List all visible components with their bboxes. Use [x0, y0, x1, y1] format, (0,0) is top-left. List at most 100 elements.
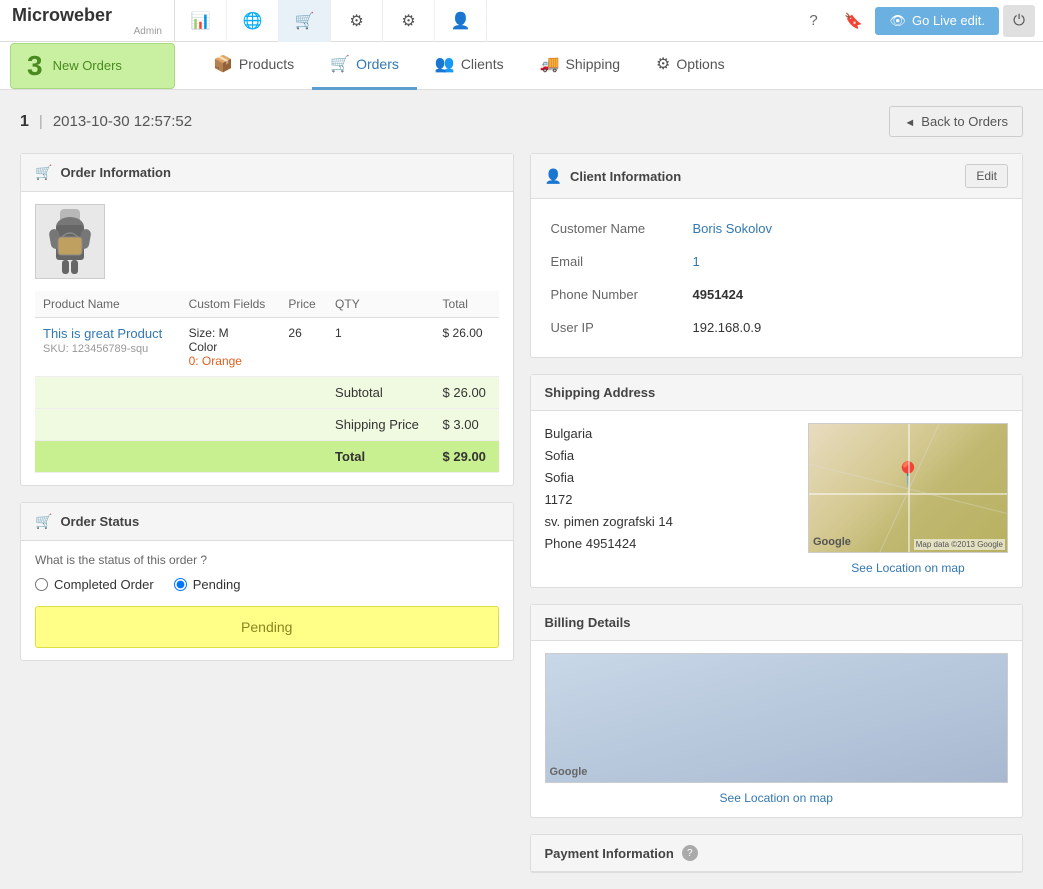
- tab-options-label: Options: [676, 56, 724, 72]
- address-street: sv. pimen zografski 14: [545, 511, 795, 533]
- order-id: 1: [20, 113, 29, 131]
- phone-value: 4951424: [693, 287, 744, 302]
- billing-map-inner: Google: [546, 654, 1008, 782]
- client-info-body: Customer Name Boris Sokolov Email 1 Phon…: [531, 199, 1023, 357]
- order-info-header: Order Information: [21, 154, 513, 192]
- radio-completed[interactable]: Completed Order: [35, 577, 154, 592]
- radio-completed-label: Completed Order: [54, 577, 154, 592]
- col-product-name: Product Name: [35, 291, 181, 318]
- tab-clients-label: Clients: [461, 56, 504, 72]
- nav-cart-button[interactable]: 🛒: [279, 0, 331, 42]
- order-info-panel: Order Information: [20, 153, 514, 486]
- radio-pending[interactable]: Pending: [174, 577, 241, 592]
- payment-help-icon[interactable]: ?: [682, 845, 698, 861]
- nav-icons: 📊 🌐 🛒 ⚙ ⚙ 👤: [175, 0, 795, 42]
- orders-icon: 🛒: [330, 54, 350, 74]
- col-total: Total: [435, 291, 499, 318]
- eye-icon: 👁: [889, 13, 906, 29]
- order-status-title-text: Order Status: [60, 514, 139, 529]
- radio-completed-input[interactable]: [35, 578, 48, 591]
- go-live-button[interactable]: 👁 Go Live edit.: [875, 7, 999, 35]
- nav-globe-button[interactable]: 🌐: [227, 0, 279, 42]
- billing-google-logo: Google: [550, 766, 588, 778]
- billing-title: Billing Details: [545, 615, 631, 630]
- order-columns: Order Information: [20, 153, 1023, 873]
- address-city2: Sofia: [545, 467, 795, 489]
- back-to-orders-button[interactable]: Back to Orders: [889, 106, 1023, 137]
- table-row: This is great Product SKU: 123456789-squ…: [35, 318, 499, 377]
- billing-panel: Billing Details Google See Location on m…: [530, 604, 1024, 818]
- shipping-title-text: Shipping Address: [545, 385, 656, 400]
- custom-field-size: Size: M: [189, 326, 273, 340]
- customer-name-link[interactable]: Boris Sokolov: [693, 221, 772, 236]
- shipping-icon: 🚚: [540, 54, 560, 74]
- shipping-row: Shipping Price $ 3.00: [35, 409, 499, 441]
- map-roads-svg: [809, 424, 1008, 553]
- address-postal: 1172: [545, 489, 795, 511]
- client-info-header: Client Information Edit: [531, 154, 1023, 199]
- order-table: Product Name Custom Fields Price QTY Tot…: [35, 291, 499, 473]
- nav-right: ? 🔖 👁 Go Live edit. ⏻: [795, 3, 1043, 39]
- help-button[interactable]: ?: [795, 3, 831, 39]
- order-status-header: Order Status: [21, 503, 513, 541]
- tab-options[interactable]: ⚙ Options: [638, 42, 743, 90]
- payment-panel: Payment Information ?: [530, 834, 1024, 873]
- total-label: Total: [327, 441, 434, 473]
- tab-products[interactable]: 📦 Products: [195, 42, 312, 90]
- see-location-link[interactable]: See Location on map: [851, 561, 964, 575]
- order-info-icon: [35, 164, 52, 181]
- email-link[interactable]: 1: [693, 254, 700, 269]
- radio-pending-input[interactable]: [174, 578, 187, 591]
- tab-orders[interactable]: 🛒 Orders: [312, 42, 417, 90]
- billing-header: Billing Details: [531, 605, 1023, 641]
- order-status-icon: [35, 513, 52, 530]
- product-link[interactable]: This is great Product: [43, 326, 162, 341]
- product-total: $ 26.00: [435, 318, 499, 377]
- address-country: Bulgaria: [545, 423, 795, 445]
- order-status-title: Order Status: [35, 513, 139, 530]
- order-status-panel: Order Status What is the status of this …: [20, 502, 514, 661]
- nav-settings-button[interactable]: ⚙: [383, 0, 435, 42]
- edit-client-button[interactable]: Edit: [965, 164, 1008, 188]
- nav-chart-button[interactable]: 📊: [175, 0, 227, 42]
- order-datetime: 2013-10-30 12:57:52: [53, 113, 192, 130]
- go-live-label: Go Live edit.: [912, 13, 985, 28]
- bookmark-button[interactable]: 🔖: [835, 3, 871, 39]
- shipping-body: Bulgaria Sofia Sofia 1172 sv. pimen zogr…: [531, 411, 1023, 587]
- power-button[interactable]: ⏻: [1003, 5, 1035, 37]
- custom-field-color-value: 0: Orange: [189, 354, 273, 368]
- tab-items: 📦 Products 🛒 Orders 👥 Clients 🚚 Shipping…: [195, 42, 1033, 90]
- order-divider: |: [39, 113, 43, 130]
- order-info-title: Order Information: [35, 164, 171, 181]
- map-data-label: Map data ©2013 Google: [914, 539, 1005, 550]
- col-qty: QTY: [327, 291, 434, 318]
- shipping-label: Shipping Price: [327, 409, 434, 441]
- shipping-map: 📍 Map data ©2013 Google: [808, 423, 1008, 553]
- subtotal-label: Subtotal: [327, 377, 434, 409]
- new-orders-label: New Orders: [53, 58, 122, 73]
- nav-user-button[interactable]: 👤: [435, 0, 487, 42]
- order-header: 1 | 2013-10-30 12:57:52 Back to Orders: [20, 106, 1023, 137]
- main-content: 1 | 2013-10-30 12:57:52 Back to Orders O…: [0, 90, 1043, 889]
- tab-clients[interactable]: 👥 Clients: [417, 42, 522, 90]
- back-icon: [904, 114, 915, 129]
- billing-see-location-link[interactable]: See Location on map: [545, 791, 1009, 805]
- nav-nodes-button[interactable]: ⚙: [331, 0, 383, 42]
- new-orders-badge[interactable]: 3 New Orders: [10, 43, 175, 89]
- tab-shipping-label: Shipping: [566, 56, 621, 72]
- ip-label: User IP: [547, 312, 687, 343]
- client-table: Customer Name Boris Sokolov Email 1 Phon…: [545, 211, 1009, 345]
- billing-title-text: Billing Details: [545, 615, 631, 630]
- order-id-row: 1 | 2013-10-30 12:57:52: [20, 113, 192, 131]
- product-svg: [40, 207, 100, 277]
- radio-pending-label: Pending: [193, 577, 241, 592]
- shipping-address-text: Bulgaria Sofia Sofia 1172 sv. pimen zogr…: [545, 423, 795, 575]
- product-qty: 1: [327, 318, 434, 377]
- client-ip-row: User IP 192.168.0.9: [547, 312, 1007, 343]
- ip-value: 192.168.0.9: [689, 312, 1007, 343]
- logo-admin: Admin: [12, 26, 162, 37]
- order-status-body: What is the status of this order ? Compl…: [21, 541, 513, 660]
- tab-orders-label: Orders: [356, 56, 399, 72]
- shipping-panel: Shipping Address Bulgaria Sofia Sofia 11…: [530, 374, 1024, 588]
- tab-shipping[interactable]: 🚚 Shipping: [522, 42, 638, 90]
